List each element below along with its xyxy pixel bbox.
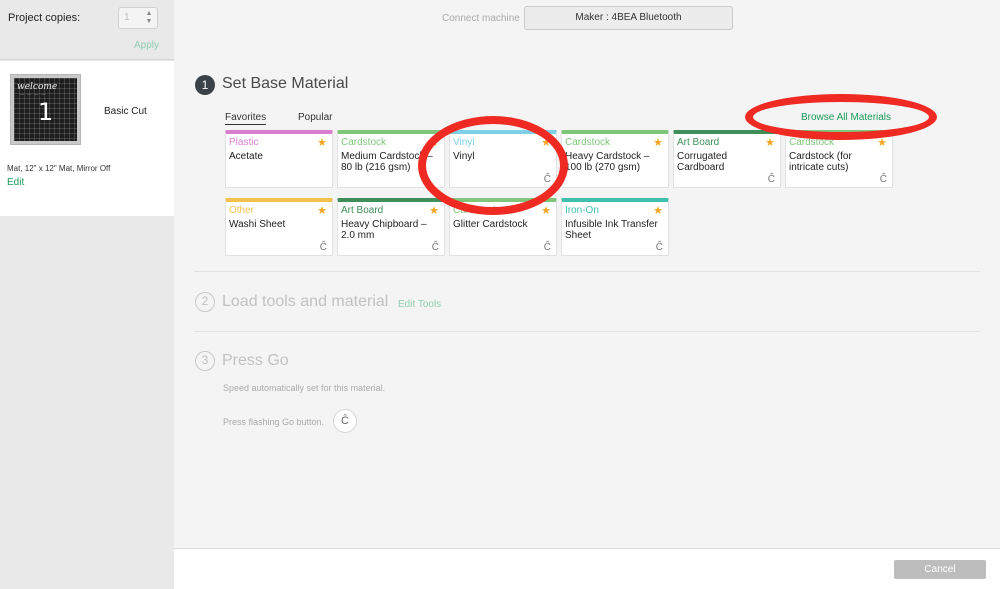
basic-cut-label: Basic Cut (104, 106, 147, 117)
annotation-circle-vinyl (418, 116, 568, 215)
material-category: Art Board (677, 137, 720, 148)
favorite-star-icon[interactable]: ★ (429, 204, 439, 217)
cricut-c-icon: Ĉ (655, 242, 663, 253)
main-panel: Connect machine Maker : 4BEA Bluetooth 1… (174, 0, 1000, 548)
press-go-text: Press flashing Go button. (223, 417, 325, 427)
step-1-title: Set Base Material (222, 75, 349, 92)
favorite-star-icon[interactable]: ★ (653, 136, 663, 149)
cricut-c-icon: Ĉ (431, 242, 439, 253)
material-category: Cardstock (341, 137, 387, 148)
favorite-star-icon[interactable]: ★ (765, 136, 775, 149)
material-card[interactable]: Art Board ★ Corrugated Cardboard Ĉ (673, 130, 781, 188)
divider (194, 331, 980, 332)
go-button[interactable]: Ĉ (333, 409, 357, 433)
material-card[interactable]: Iron-On ★ Infusible Ink Transfer Sheet Ĉ (561, 198, 669, 256)
footer-bar: Cancel (174, 548, 1000, 589)
sidebar: Project copies: 1 ▲ ▼ Apply welcome — — … (0, 0, 174, 589)
speed-info-text: Speed automatically set for this materia… (223, 383, 386, 393)
mat-panel[interactable]: welcome — — — — 1 Basic Cut Mat, 12" x 1… (0, 61, 174, 216)
cancel-button[interactable]: Cancel (894, 560, 986, 579)
divider (194, 271, 980, 272)
material-card[interactable]: Other ★ Washi Sheet Ĉ (225, 198, 333, 256)
project-copies-panel: Project copies: 1 ▲ ▼ Apply (0, 0, 174, 60)
tab-favorites[interactable]: Favorites (225, 112, 267, 125)
material-name: Corrugated Cardboard (677, 151, 728, 173)
cricut-c-icon: Ĉ (879, 174, 887, 185)
cricut-c-icon: Ĉ (543, 242, 551, 253)
mat-info: Mat, 12" x 12" Mat, Mirror Off (7, 164, 111, 173)
favorite-star-icon[interactable]: ★ (653, 204, 663, 217)
mat-number: 1 (37, 98, 54, 126)
project-copies-label: Project copies: (8, 12, 81, 24)
edit-tools-link[interactable]: Edit Tools (398, 299, 441, 310)
material-category: Cardstock (565, 137, 611, 148)
mat-thumbnail[interactable]: welcome — — — — 1 (10, 74, 81, 145)
stepper-arrows[interactable]: ▲ ▼ (144, 10, 154, 26)
material-category: Plastic (229, 137, 259, 148)
cricut-c-icon: Ĉ (319, 242, 327, 253)
apply-button[interactable]: Apply (134, 40, 159, 51)
material-name: Acetate (229, 151, 263, 162)
chevron-up-icon[interactable]: ▲ (144, 10, 154, 18)
mat-design-sub: — — — — (20, 91, 47, 96)
step-3-title: Press Go (222, 352, 289, 369)
annotation-circle-browse (745, 94, 937, 140)
step-1-badge: 1 (195, 75, 215, 95)
favorite-star-icon[interactable]: ★ (317, 136, 327, 149)
material-category: Iron-On (565, 205, 599, 216)
mat-edit-link[interactable]: Edit (7, 177, 24, 188)
step-2-title: Load tools and material (222, 293, 389, 310)
step-2-badge: 2 (195, 292, 215, 312)
material-card[interactable]: Cardstock ★ Heavy Cardstock – 100 lb (270 … (561, 130, 669, 188)
material-name: Infusible Ink Transfer Sheet (565, 219, 658, 241)
machine-select[interactable]: Maker : 4BEA Bluetooth (524, 6, 733, 30)
favorite-star-icon[interactable]: ★ (317, 204, 327, 217)
connect-machine-label: Connect machine (442, 13, 520, 24)
chevron-down-icon[interactable]: ▼ (144, 18, 154, 26)
favorite-star-icon[interactable]: ★ (541, 204, 551, 217)
cricut-c-icon: Ĉ (767, 174, 775, 185)
project-copies-stepper[interactable]: 1 ▲ ▼ (118, 7, 158, 29)
material-name: Heavy Chipboard – 2.0 mm (341, 219, 427, 241)
material-category: Other (229, 205, 255, 216)
step-3-badge: 3 (195, 351, 215, 371)
mat-grid: welcome — — — — 1 (14, 78, 77, 141)
material-card[interactable]: Plastic ★ Acetate (225, 130, 333, 188)
project-copies-value[interactable]: 1 (124, 12, 130, 23)
tab-popular[interactable]: Popular (298, 112, 332, 123)
material-category: Art Board (341, 205, 384, 216)
cricut-c-icon: Ĉ (341, 415, 349, 427)
material-card[interactable]: Art Board ★ Heavy Chipboard – 2.0 mm Ĉ (337, 198, 445, 256)
material-name: Glitter Cardstock (453, 219, 528, 230)
material-name: Cardstock (for intricate cuts) (789, 151, 852, 173)
material-name: Heavy Cardstock – 100 lb (270 gsm) (565, 151, 650, 173)
material-name: Washi Sheet (229, 219, 286, 230)
